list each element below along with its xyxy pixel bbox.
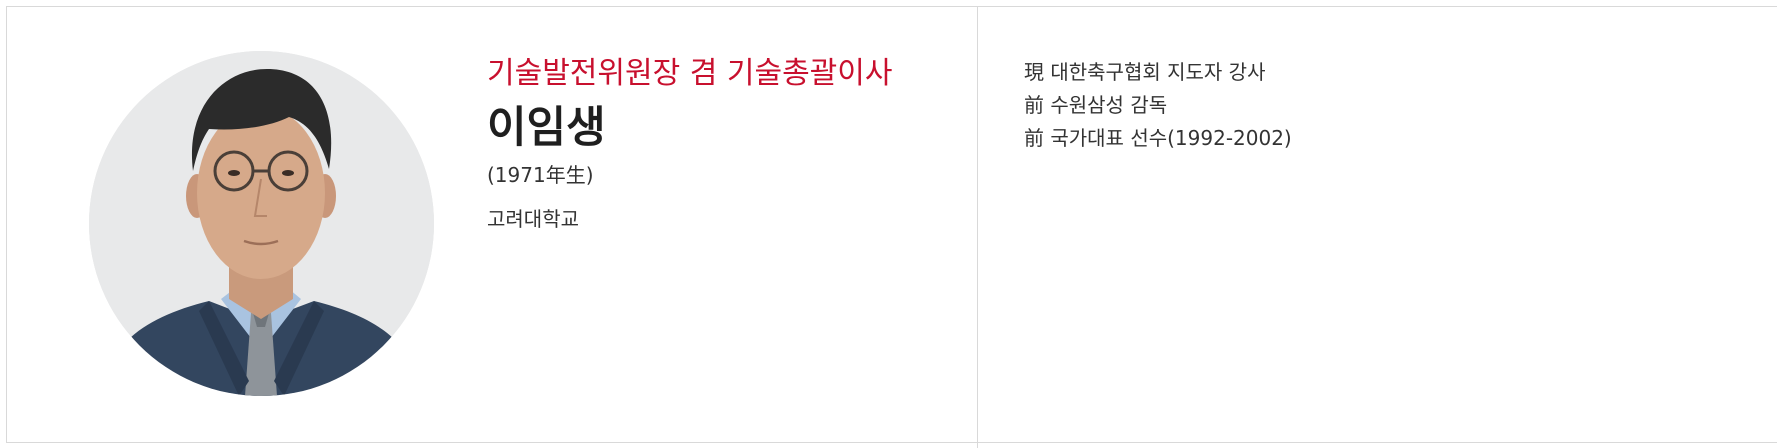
birth-year: (1971年生) (487, 163, 594, 187)
career-list: 現 대한축구협회 지도자 강사 前 수원삼성 감독 前 국가대표 선수(1992… (1024, 56, 1292, 155)
position-title: 기술발전위원장 겸 기술총괄이사 (487, 56, 893, 91)
profile-photo (89, 51, 434, 396)
column-divider (977, 6, 978, 448)
education: 고려대학교 (487, 207, 579, 231)
person-name: 이임생 (487, 103, 606, 153)
career-item: 前 국가대표 선수(1992-2002) (1024, 126, 1292, 150)
career-item: 現 대한축구협회 지도자 강사 (1024, 60, 1266, 84)
career-item: 前 수원삼성 감독 (1024, 93, 1168, 117)
